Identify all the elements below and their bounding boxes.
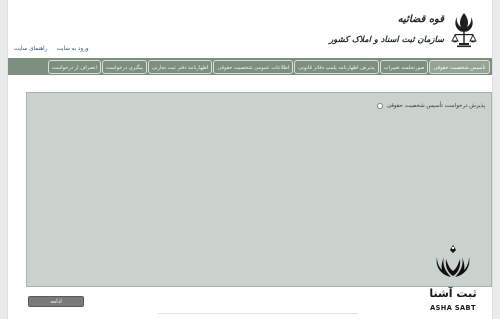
site-guide-link[interactable]: راهنمای سایت xyxy=(14,46,47,52)
tab-trade-register-declaration[interactable]: اظهارنامه دفتر ثبت تجارتی xyxy=(147,59,213,74)
registration-option[interactable]: پذیرش درخواست تأسیس شخصیت حقوقی xyxy=(376,103,485,109)
header: ورود به سایت راهنمای سایت قوه قضائیه ساز… xyxy=(8,0,492,58)
tab-company-registration[interactable]: تأسیس شخصیت حقوقی xyxy=(429,59,490,74)
asha-sabt-watermark: ثبت آشنا ASHA SABT xyxy=(420,243,486,315)
emblem-icon xyxy=(451,13,477,48)
tab-cancel-request[interactable]: انصراف از درخواست xyxy=(47,59,101,74)
watermark-persian-text: ثبت آشنا xyxy=(429,287,477,300)
hands-logo-icon xyxy=(436,245,470,277)
organization-title: سازمان ثبت اسناد و املاک کشور xyxy=(329,34,444,44)
tab-track-request[interactable]: پیگیری درخواست xyxy=(101,59,147,74)
login-link[interactable]: ورود به سایت xyxy=(56,46,88,52)
registration-option-label: پذیرش درخواست تأسیس شخصیت حقوقی xyxy=(386,103,485,109)
tab-ledger-declaration[interactable]: پذیرش اظهارنامه پلمپ دفاتر قانونی xyxy=(294,59,379,74)
main-nav: تأسیس شخصیت حقوقی صورتجلسه تغییرات پذیرش… xyxy=(8,58,492,75)
judiciary-title: قوه قضائیه xyxy=(397,14,444,25)
registration-option-radio[interactable] xyxy=(376,103,383,109)
footer-divider xyxy=(158,313,358,314)
page: ورود به سایت راهنمای سایت قوه قضائیه ساز… xyxy=(8,0,492,319)
watermark-english-text: ASHA SABT xyxy=(430,304,476,312)
tab-change-minutes[interactable]: صورتجلسه تغییرات xyxy=(379,59,429,74)
continue-button[interactable]: ادامه xyxy=(28,296,84,307)
tab-entity-info[interactable]: اطلاعات عمومی شخصیت حقوقی xyxy=(213,59,294,74)
top-links: ورود به سایت راهنمای سایت xyxy=(14,46,89,52)
